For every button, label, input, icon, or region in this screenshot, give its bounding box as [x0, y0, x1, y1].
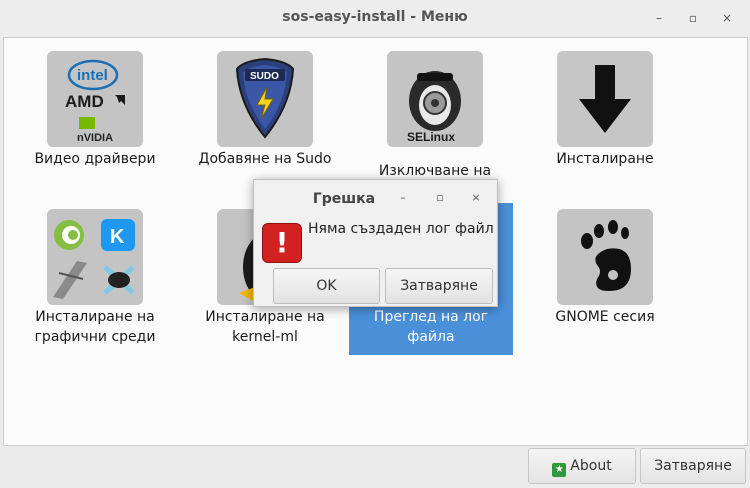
- about-label: About: [570, 458, 612, 474]
- desktop-environments-icon: K: [47, 209, 143, 305]
- tile-label: Инсталиране на: [35, 309, 155, 325]
- maximize-button[interactable]: ▫: [684, 9, 702, 27]
- ok-button[interactable]: OK: [273, 268, 380, 304]
- dialog-message: Няма създаден лог файл: [308, 221, 494, 237]
- dialog-minimize-button[interactable]: –: [395, 189, 411, 207]
- error-icon: !: [262, 223, 302, 263]
- selinux-penguin-icon: SELinux: [387, 51, 483, 147]
- svg-text:nVIDIA: nVIDIA: [77, 132, 113, 144]
- tile-label: Видео драйвери: [34, 151, 156, 167]
- gpu-vendors-icon: intel AMD nVIDIA: [47, 51, 143, 147]
- about-button[interactable]: ★ About: [528, 448, 636, 484]
- svg-text:intel: intel: [77, 67, 108, 84]
- tile-gnome-session[interactable]: GNOME сесия: [523, 209, 687, 329]
- dialog-close-button[interactable]: ×: [468, 189, 484, 207]
- window-title: sos-easy-install - Меню: [282, 9, 468, 25]
- tile-label: файла: [407, 329, 455, 345]
- main-window: sos-easy-install - Меню – ▫ × intel AMD …: [0, 0, 750, 488]
- svg-text:SUDO: SUDO: [250, 71, 279, 82]
- tile-install-desktops[interactable]: K Инсталиране на графични среди: [13, 209, 177, 349]
- title-bar: sos-easy-install - Меню – ▫ ×: [0, 0, 750, 36]
- tile-label: Преглед на лог: [373, 309, 489, 325]
- close-window-button[interactable]: ×: [718, 9, 736, 27]
- tile-label: графични среди: [34, 329, 156, 345]
- tile-label: kernel-ml: [232, 329, 298, 345]
- close-button[interactable]: Затваряне: [640, 448, 746, 484]
- tile-add-sudo[interactable]: SUDO Добавяне на Sudo: [183, 51, 347, 171]
- about-icon: ★: [552, 463, 567, 477]
- sudo-badge-icon: SUDO: [217, 51, 313, 147]
- svg-text:K: K: [110, 226, 125, 248]
- tile-video-drivers[interactable]: intel AMD nVIDIA Видео драйвери: [13, 51, 177, 171]
- tile-label: Изключване на: [378, 163, 492, 179]
- svg-text:AMD: AMD: [65, 92, 104, 111]
- tile-install[interactable]: Инсталиране: [523, 51, 687, 171]
- tile-disable-selinux[interactable]: SELinux Изключване на: [353, 51, 517, 179]
- tile-label: Добавяне на Sudo: [198, 151, 332, 167]
- minimize-button[interactable]: –: [650, 9, 668, 27]
- bottom-bar: ★ About Затваряне: [0, 446, 750, 488]
- tile-label: GNOME сесия: [555, 309, 655, 325]
- svg-text:SELinux: SELinux: [407, 130, 455, 144]
- dialog-close-action-button[interactable]: Затваряне: [385, 268, 493, 304]
- gnome-foot-icon: [557, 209, 653, 305]
- error-dialog: Грешка – ▫ × ! Няма създаден лог файл OK…: [253, 179, 498, 307]
- download-arrow-icon: [557, 51, 653, 147]
- tile-label: Инсталиране на: [205, 309, 325, 325]
- tile-label: Инсталиране: [556, 151, 654, 167]
- dialog-maximize-button[interactable]: ▫: [432, 189, 448, 207]
